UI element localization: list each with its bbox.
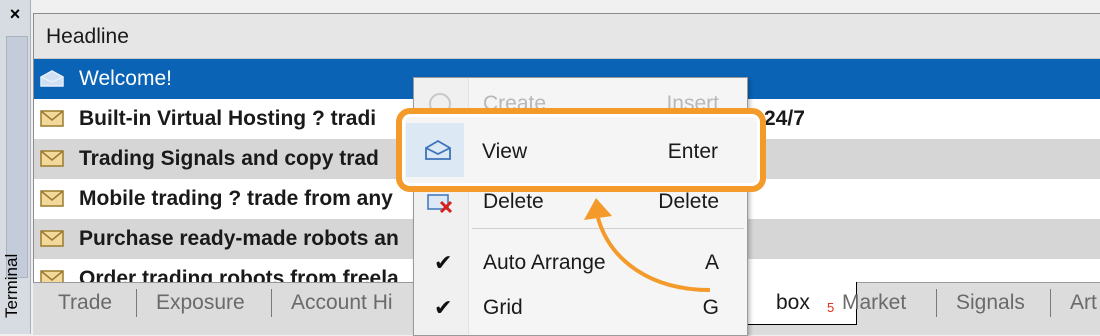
envelope-icon xyxy=(40,110,64,127)
tab-account-history[interactable]: Account Hi xyxy=(291,291,393,315)
menu-item-label: Grid xyxy=(483,296,523,319)
side-strip xyxy=(6,36,28,278)
delete-message-icon xyxy=(427,194,453,214)
tab-divider xyxy=(136,289,137,317)
highlight-frame xyxy=(396,108,766,192)
message-title: Trading Signals and copy trad xyxy=(79,147,379,170)
message-title-tail: 24/7 xyxy=(764,107,805,130)
tab-articles[interactable]: Art xyxy=(1070,291,1097,315)
tab-signals[interactable]: Signals xyxy=(956,291,1025,315)
checkmark-icon: ✔ xyxy=(434,250,453,275)
envelope-icon xyxy=(40,150,64,167)
tab-market[interactable]: Market xyxy=(842,291,906,315)
tab-trade[interactable]: Trade xyxy=(58,291,112,315)
terminal-label: Terminal xyxy=(2,253,21,318)
unread-count-badge: 5 xyxy=(827,300,835,315)
column-header[interactable]: Headline xyxy=(34,14,1100,59)
message-title: Mobile trading ? trade from any xyxy=(79,187,393,210)
tab-mailbox[interactable]: box 5 xyxy=(743,282,857,325)
envelope-icon xyxy=(40,230,64,247)
tab-divider xyxy=(271,289,272,317)
open-envelope-icon xyxy=(40,70,64,87)
headline-column-label: Headline xyxy=(46,25,129,48)
message-title: Welcome! xyxy=(79,67,172,90)
menu-item-label: Delete xyxy=(483,190,544,213)
message-title: Built-in Virtual Hosting ? tradi xyxy=(79,107,377,130)
tab-mailbox-label: box xyxy=(776,291,810,314)
message-title: Purchase ready-made robots an xyxy=(79,227,399,250)
pointer-arrow-icon xyxy=(584,198,711,292)
tab-divider xyxy=(1050,289,1051,317)
envelope-icon xyxy=(40,190,64,207)
checkmark-icon: ✔ xyxy=(434,295,453,320)
tab-exposure[interactable]: Exposure xyxy=(156,291,245,315)
terminal-side-panel: × Terminal xyxy=(0,0,31,334)
close-icon[interactable]: × xyxy=(0,4,30,25)
tab-divider xyxy=(936,289,937,317)
